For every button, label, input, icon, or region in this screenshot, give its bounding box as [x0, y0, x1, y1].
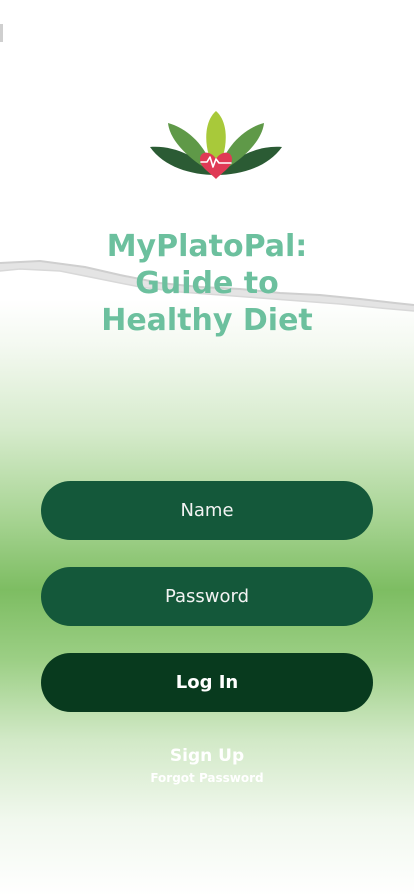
forgot-password-link[interactable]: Forgot Password: [0, 770, 414, 786]
login-button[interactable]: Log In: [41, 653, 373, 712]
title-line-1: MyPlatoPal:: [106, 229, 308, 264]
title-line-2: Guide to: [135, 266, 279, 301]
edge-mark: [0, 24, 3, 42]
title-line-3: Healthy Diet: [101, 303, 313, 338]
app-title: MyPlatoPal: Guide to Healthy Diet: [0, 228, 414, 339]
lotus-heart-icon: [150, 111, 282, 179]
name-field[interactable]: [41, 481, 373, 540]
password-field[interactable]: [41, 567, 373, 626]
signup-link[interactable]: Sign Up: [0, 745, 414, 767]
